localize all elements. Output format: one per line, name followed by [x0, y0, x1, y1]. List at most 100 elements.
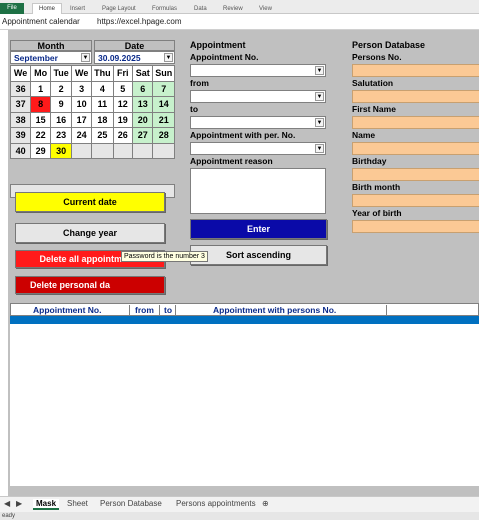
tab-sheet[interactable]: Sheet [67, 499, 88, 508]
column-separator [175, 305, 176, 316]
persons-no-field[interactable] [352, 64, 479, 77]
calendar-day[interactable]: 1 [30, 80, 52, 97]
ribbon-tab-insert[interactable]: Insert [70, 6, 85, 12]
tab-person-database[interactable]: Person Database [100, 499, 162, 508]
calendar-day-selected[interactable]: 30 [50, 142, 73, 159]
appointment-no-dropdown[interactable]: ▼ [190, 64, 326, 77]
appointment-with-label: Appointment with per. No. [190, 130, 296, 140]
tab-persons-appointments[interactable]: Persons appointments [176, 499, 256, 508]
change-year-button[interactable]: Change year [15, 223, 165, 243]
calendar-day[interactable]: 6 [132, 80, 154, 97]
calendar-day[interactable]: 24 [71, 127, 93, 144]
ribbon-tab-page-layout[interactable]: Page Layout [102, 6, 136, 12]
calendar-day[interactable]: 29 [30, 142, 52, 159]
birthday-label: Birthday [352, 156, 387, 166]
calendar-day[interactable]: 27 [132, 127, 154, 144]
chevron-down-icon[interactable]: ▼ [164, 53, 173, 62]
month-value: September [14, 53, 58, 63]
year-of-birth-field[interactable] [352, 220, 479, 233]
ribbon-tab-data[interactable]: Data [194, 6, 207, 12]
ribbon-tab-review[interactable]: Review [223, 6, 243, 12]
calendar-day[interactable]: 16 [50, 111, 73, 128]
delete-personal-data-button[interactable]: Delete personal da [15, 276, 165, 294]
results-list[interactable] [10, 324, 479, 486]
calendar-day[interactable]: 2 [50, 80, 73, 97]
calendar-day[interactable]: 25 [91, 127, 114, 144]
salutation-label: Salutation [352, 78, 394, 88]
calendar-day[interactable]: 4 [91, 80, 114, 97]
calendar-day[interactable]: 15 [30, 111, 52, 128]
to-label: to [190, 104, 199, 114]
calendar-day-empty [71, 142, 93, 159]
chevron-down-icon[interactable]: ▼ [315, 144, 324, 153]
tab-mask[interactable]: Mask [33, 499, 60, 510]
calendar-day[interactable]: 12 [112, 96, 134, 113]
date-header: Date [94, 40, 175, 51]
first-name-field[interactable] [352, 116, 479, 129]
ribbon-tab-file[interactable]: File [0, 3, 24, 14]
delete-personal-label: Delete personal da [30, 280, 111, 290]
to-dropdown[interactable]: ▼ [190, 116, 326, 129]
sort-ascending-button[interactable]: Sort ascending [190, 245, 327, 265]
chevron-down-icon[interactable]: ▼ [315, 92, 324, 101]
birthday-field[interactable] [352, 168, 479, 181]
salutation-field[interactable] [352, 90, 479, 103]
calendar-day[interactable]: 14 [152, 96, 175, 113]
birth-month-field[interactable] [352, 194, 479, 207]
calendar-day[interactable]: 20 [132, 111, 154, 128]
calendar-day[interactable]: 10 [71, 96, 93, 113]
calendar-day[interactable]: 9 [50, 96, 73, 113]
weekday-header: Sun [152, 65, 175, 82]
weekday-header: Sat [132, 65, 154, 82]
from-dropdown[interactable]: ▼ [190, 90, 326, 103]
date-dropdown[interactable]: 30.09.2025 ▼ [94, 51, 175, 64]
weekday-header: Mo [30, 65, 52, 82]
calendar-day[interactable]: 11 [91, 96, 114, 113]
col-to: to [164, 305, 173, 315]
calendar-day[interactable]: 26 [112, 127, 134, 144]
week-number: 40 [9, 142, 32, 159]
chevron-down-icon[interactable]: ▼ [315, 66, 324, 75]
name-field[interactable] [352, 142, 479, 155]
calendar-day[interactable]: 7 [152, 80, 175, 97]
enter-button[interactable]: Enter [190, 219, 327, 239]
calendar-day-empty [91, 142, 114, 159]
appointment-with-dropdown[interactable]: ▼ [190, 142, 326, 155]
calendar-day[interactable]: 18 [91, 111, 114, 128]
chevron-down-icon[interactable]: ▼ [315, 118, 324, 127]
status-bar: eady [0, 512, 479, 520]
persons-no-label: Persons No. [352, 52, 402, 62]
month-dropdown[interactable]: September ▼ [10, 51, 92, 64]
calendar-day[interactable]: 19 [112, 111, 134, 128]
ribbon-tab-home[interactable]: Home [32, 3, 63, 14]
tab-scroll-right-icon[interactable]: ▶ [16, 499, 22, 508]
weekday-header: Thu [91, 65, 114, 82]
new-sheet-icon[interactable]: ⊕ [262, 499, 269, 508]
date-value: 30.09.2025 [98, 53, 141, 63]
sheet-tabs: ◀ ▶ Mask Sheet Person Database Persons a… [0, 496, 479, 512]
weekday-header: Tue [50, 65, 73, 82]
calendar-day-today[interactable]: 8 [30, 96, 52, 113]
appointment-reason-input[interactable] [190, 168, 326, 214]
password-tooltip: Password is the number 3 [121, 251, 208, 262]
calendar-day[interactable]: 28 [152, 127, 175, 144]
calendar-day[interactable]: 22 [30, 127, 52, 144]
ribbon-tab-formulas[interactable]: Formulas [152, 6, 177, 12]
first-name-label: First Name [352, 104, 396, 114]
calendar-week-row: 38 15 16 17 18 19 20 21 [9, 111, 175, 128]
weekday-header: Fri [112, 65, 134, 82]
appointment-no-label: Appointment No. [190, 52, 259, 62]
calendar-day[interactable]: 23 [50, 127, 73, 144]
calendar-day[interactable]: 3 [71, 80, 93, 97]
calendar-day[interactable]: 5 [112, 80, 134, 97]
results-selected-row[interactable] [10, 316, 479, 324]
calendar-day[interactable]: 21 [152, 111, 175, 128]
enter-label: Enter [246, 224, 270, 234]
ribbon: File Home Insert Page Layout Formulas Da… [0, 0, 479, 14]
current-date-button[interactable]: Current date [15, 192, 165, 212]
ribbon-tab-view[interactable]: View [259, 6, 272, 12]
calendar-day[interactable]: 17 [71, 111, 93, 128]
chevron-down-icon[interactable]: ▼ [81, 53, 90, 62]
calendar-day[interactable]: 13 [132, 96, 154, 113]
tab-scroll-left-icon[interactable]: ◀ [4, 499, 10, 508]
